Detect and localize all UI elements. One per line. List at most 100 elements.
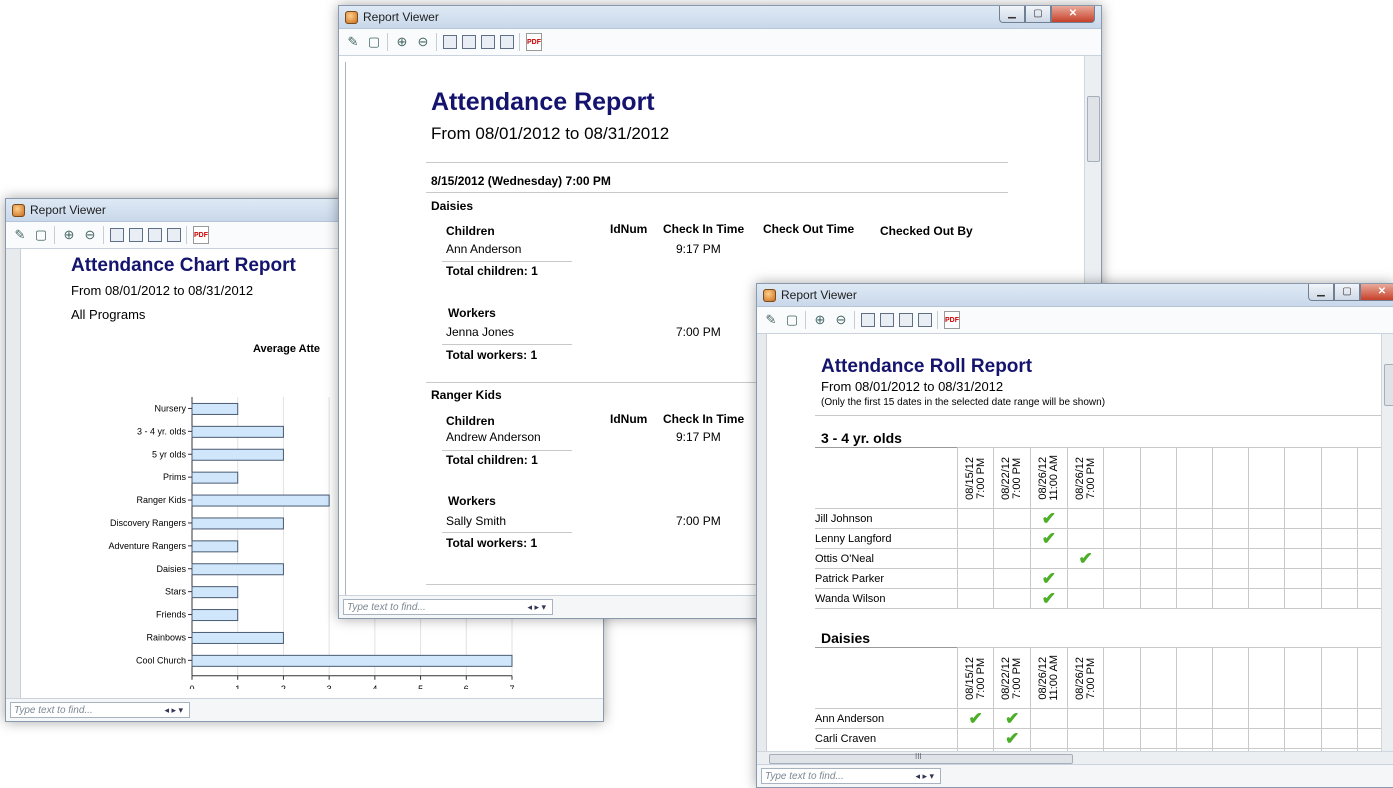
single-page-icon[interactable] [899, 313, 913, 327]
zoom-out-icon[interactable]: ⊖ [415, 34, 431, 50]
col-idnum: IdNum [610, 412, 648, 426]
roll-horizontal-scrollbar[interactable]: III [757, 751, 1393, 765]
roll-cell [1284, 528, 1322, 549]
bar [191, 540, 239, 553]
zoom-in-icon[interactable]: ⊕ [812, 312, 828, 328]
x-tick-label: 6 [464, 684, 469, 689]
roll-date-header: 08/15/12 7:00 PM [956, 447, 995, 509]
roll-cell [1211, 508, 1250, 529]
worker-name: Jenna Jones [446, 325, 515, 339]
roll-cell [1066, 588, 1105, 609]
roll-cell [1248, 508, 1286, 529]
roll-date-header: 08/22/12 7:00 PM [993, 447, 1032, 509]
copy-icon[interactable]: ▢ [33, 227, 49, 243]
fit-width-icon[interactable] [129, 228, 143, 242]
roll-cell [1175, 568, 1213, 589]
copy-icon[interactable]: ▢ [366, 34, 382, 50]
roll-row: Ottis O'Neal ✔ [815, 548, 1393, 569]
report-title: Attendance Report [431, 88, 655, 116]
roll-date-header [1284, 647, 1322, 709]
toolbar-separator [387, 33, 388, 51]
minimize-button[interactable]: ▁ [999, 6, 1025, 23]
single-page-icon[interactable] [148, 228, 162, 242]
close-button[interactable]: ✕ [1360, 284, 1393, 301]
maximize-button[interactable]: ▢ [1025, 6, 1051, 23]
roll-attendee-name: Ottis O'Neal [815, 548, 958, 569]
fit-width-icon[interactable] [880, 313, 894, 327]
roll-window-titlebar[interactable]: Report Viewer ▁ ▢ ✕ [757, 284, 1393, 307]
maximize-button[interactable]: ▢ [1334, 284, 1360, 301]
roll-header-row: 08/15/12 7:00 PM 08/22/12 7:00 PM 08/26/12… [815, 447, 1393, 509]
roll-header-row: 08/15/12 7:00 PM 08/22/12 7:00 PM 08/26/12… [815, 647, 1393, 709]
scroll-thumb[interactable] [1384, 364, 1393, 406]
zoom-out-icon[interactable]: ⊖ [833, 312, 849, 328]
zoom-out-icon[interactable]: ⊖ [82, 227, 98, 243]
minimize-button[interactable]: ▁ [1308, 284, 1334, 301]
bar [191, 494, 330, 507]
roll-find-input[interactable]: Type text to find... ◂ ▸ ▾ [761, 768, 941, 784]
print-icon[interactable]: ✎ [763, 312, 779, 328]
copy-icon[interactable]: ▢ [784, 312, 800, 328]
roll-cell [1248, 708, 1286, 729]
roll-left-margin [757, 334, 767, 751]
chart-find-input[interactable]: Type text to find... ◂ ▸ ▾ [10, 702, 190, 718]
close-button[interactable]: ✕ [1051, 6, 1095, 23]
export-pdf-icon[interactable]: PDF [193, 226, 209, 244]
multi-page-icon[interactable] [918, 313, 932, 327]
scroll-thumb[interactable] [1087, 96, 1100, 162]
report-find-placeholder: Type text to find... [347, 601, 426, 613]
report-find-input[interactable]: Type text to find... ◂ ▸ ▾ [343, 599, 553, 615]
fit-page-icon[interactable] [110, 228, 124, 242]
single-page-icon[interactable] [481, 35, 495, 49]
roll-cell [1103, 528, 1141, 549]
fit-width-icon[interactable] [462, 35, 476, 49]
roll-cell: ✔ [993, 728, 1032, 749]
print-icon[interactable]: ✎ [345, 34, 361, 50]
roll-name-header [815, 447, 958, 509]
roll-cell [1139, 588, 1177, 609]
roll-cell [1175, 588, 1213, 609]
chart-programs-label: All Programs [71, 307, 146, 322]
divider [442, 344, 572, 345]
divider [426, 162, 1008, 163]
roll-cell [1175, 708, 1214, 729]
find-nav-arrows-icon[interactable]: ◂ ▸ ▾ [527, 602, 552, 613]
fit-page-icon[interactable] [443, 35, 457, 49]
bar [191, 517, 284, 530]
report-window-titlebar[interactable]: Report Viewer ▁ ▢ ✕ [339, 6, 1101, 29]
print-icon[interactable]: ✎ [12, 227, 28, 243]
zoom-in-icon[interactable]: ⊕ [394, 34, 410, 50]
program-name: Daisies [431, 199, 474, 213]
roll-cell: ✔ [1030, 568, 1068, 589]
bar [191, 631, 284, 644]
session-label: 8/15/2012 (Wednesday) 7:00 PM [431, 174, 611, 188]
col-children: Children [446, 414, 495, 428]
bar [191, 609, 239, 622]
fit-page-icon[interactable] [861, 313, 875, 327]
chart-report-title: Attendance Chart Report [71, 255, 296, 276]
export-pdf-icon[interactable]: PDF [526, 33, 542, 51]
roll-vertical-scrollbar[interactable] [1381, 334, 1393, 751]
roll-date-header [1139, 647, 1177, 709]
roll-row: Patrick Parker ✔ [815, 568, 1393, 589]
roll-attendee-name: Patrick Parker [815, 568, 958, 589]
divider [442, 261, 572, 262]
roll-find-placeholder: Type text to find... [765, 770, 844, 782]
find-nav-arrows-icon[interactable]: ◂ ▸ ▾ [915, 771, 940, 782]
multi-page-icon[interactable] [167, 228, 181, 242]
roll-cell [1284, 568, 1322, 589]
child-name: Andrew Anderson [446, 430, 541, 444]
category-label: Rainbows [146, 632, 186, 642]
zoom-in-icon[interactable]: ⊕ [61, 227, 77, 243]
multi-page-icon[interactable] [500, 35, 514, 49]
roll-cell [1248, 528, 1286, 549]
category-label: 3 - 4 yr. olds [137, 426, 187, 436]
find-nav-arrows-icon[interactable]: ◂ ▸ ▾ [164, 705, 189, 716]
export-pdf-icon[interactable]: PDF [944, 311, 960, 329]
roll-grid-3-4-yr-olds: 08/15/12 7:00 PM 08/22/12 7:00 PM 08/26/12… [815, 447, 1393, 609]
roll-cell: ✔ [956, 708, 995, 729]
roll-cell [1175, 548, 1213, 569]
roll-date-label: 08/22/12 7:00 PM [1000, 656, 1024, 700]
roll-cell [1175, 728, 1214, 749]
hscroll-thumb[interactable]: III [769, 752, 1073, 764]
